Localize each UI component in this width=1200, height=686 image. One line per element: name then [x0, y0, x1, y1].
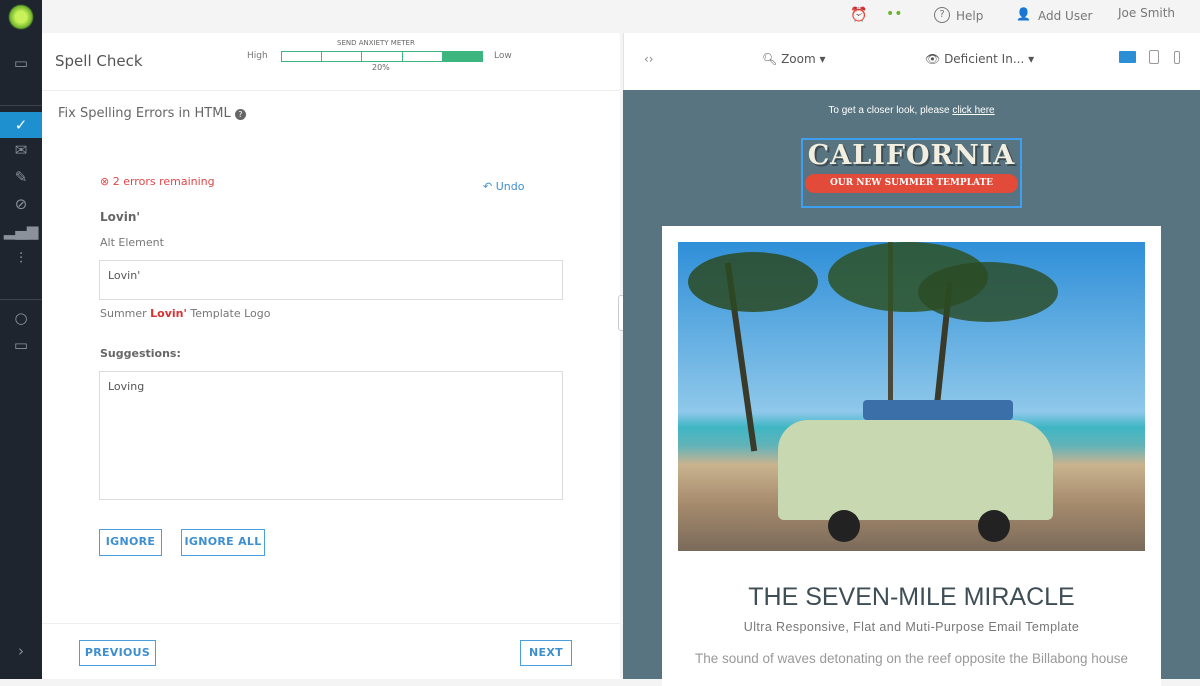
sidebar: ▭ ✓ ✉ ✎ ⊘ ▂▄▆ ⫶ ○ ▭ › — [0, 0, 42, 679]
desktop-view-icon[interactable] — [1119, 51, 1136, 63]
add-user-icon[interactable]: 👤 — [1016, 7, 1031, 21]
email-card: THE SEVEN-MILE MIRACLE Ultra Responsive,… — [662, 226, 1161, 686]
logo-icon — [8, 4, 34, 30]
click-here-link[interactable]: click here — [952, 105, 994, 116]
meter-value: 20% — [372, 63, 390, 72]
suggestions-label: Suggestions: — [100, 347, 181, 360]
alt-text-input[interactable]: Lovin' — [99, 260, 563, 300]
errors-remaining: ⊗ 2 errors remaining — [100, 175, 215, 188]
add-user-button[interactable]: Add User — [1038, 9, 1092, 23]
context-after: Template Logo — [186, 307, 271, 320]
next-button[interactable]: NEXT — [520, 640, 572, 666]
help-menu[interactable]: Help — [956, 9, 983, 23]
spell-check-panel: Spell Check SEND ANXIETY METER High Low … — [42, 33, 620, 679]
errors-text: 2 errors remaining — [112, 175, 215, 188]
zoom-label: Zoom — [781, 52, 816, 66]
mail-icon[interactable]: ✉ — [0, 139, 42, 161]
status-dots-icon: •• — [886, 6, 903, 22]
user-menu[interactable]: Joe Smith — [1118, 6, 1175, 20]
meter-high-label: High — [247, 51, 268, 61]
zoom-dropdown[interactable]: 🔍︎ Zoom ▾ — [762, 52, 826, 66]
mobile-view-icon[interactable] — [1174, 51, 1180, 64]
help-icon[interactable]: ? — [234, 109, 246, 120]
spellcheck-icon[interactable]: ✓ — [0, 112, 42, 138]
van — [778, 420, 1053, 520]
edit-icon[interactable]: ✎ — [0, 166, 42, 188]
top-bar: ⏰ •• ? Help 👤 Add User Joe Smith — [42, 0, 1200, 33]
section-title-text: Fix Spelling Errors in HTML — [58, 106, 231, 121]
hero-image — [678, 242, 1145, 551]
context-before: Summer — [100, 307, 151, 320]
folder-icon[interactable]: ▭ — [0, 334, 42, 356]
send-anxiety-meter — [281, 51, 483, 62]
body-text: The sound of waves detonating on the ree… — [694, 651, 1129, 666]
meter-title: SEND ANXIETY METER — [337, 39, 415, 47]
tablet-view-icon[interactable] — [1149, 50, 1159, 64]
subheadline: Ultra Responsive, Flat and Muti-Purpose … — [743, 620, 1080, 634]
misspelled-word: Lovin' — [100, 210, 141, 224]
previous-button[interactable]: PREVIOUS — [79, 640, 156, 666]
deficiency-dropdown[interactable]: 👁︎ Deficient In... ▾ — [925, 52, 1034, 66]
closer-look-text: To get a closer look, please click here — [623, 105, 1200, 116]
inbox-icon[interactable]: ▭ — [0, 52, 42, 74]
context-text: Summer Lovin' Template Logo — [100, 307, 270, 320]
chart-icon[interactable]: ▂▄▆ — [0, 220, 42, 242]
preview-toolbar: ‹› 🔍︎ Zoom ▾ 👁︎ Deficient In... ▾ — [623, 33, 1200, 90]
code-view-icon[interactable]: ‹› — [644, 52, 654, 66]
california-logo[interactable]: CALIFORNIA OUR NEW SUMMER TEMPLATE — [801, 138, 1022, 208]
logo-subtitle: OUR NEW SUMMER TEMPLATE — [805, 174, 1018, 193]
headline: THE SEVEN-MILE MIRACLE — [748, 583, 1075, 611]
deficiency-label: Deficient In... — [944, 52, 1025, 66]
undo-button[interactable]: ↶ Undo — [483, 180, 524, 193]
sliders-icon[interactable]: ⫶ — [0, 247, 42, 269]
closer-text: To get a closer look, please — [828, 105, 953, 116]
help-icon[interactable]: ? — [934, 7, 950, 23]
page-title: Spell Check — [55, 52, 143, 70]
undo-label: Undo — [495, 180, 525, 193]
alarm-icon[interactable]: ⏰ — [850, 7, 867, 23]
lightbulb-icon[interactable]: ○ — [0, 307, 42, 329]
element-type: Alt Element — [100, 236, 164, 249]
ignore-all-button[interactable]: IGNORE ALL — [181, 529, 265, 556]
suggestions-list[interactable]: Loving — [99, 371, 563, 500]
section-title: Fix Spelling Errors in HTML ? — [58, 106, 246, 121]
preview-panel: ‹› 🔍︎ Zoom ▾ 👁︎ Deficient In... ▾ To get… — [623, 33, 1200, 686]
expand-icon[interactable]: › — [0, 640, 42, 662]
ignore-button[interactable]: IGNORE — [99, 529, 162, 556]
context-word: Lovin' — [150, 307, 187, 320]
suggestion-item[interactable]: Loving — [108, 380, 554, 393]
meter-low-label: Low — [494, 51, 512, 61]
block-icon[interactable]: ⊘ — [0, 193, 42, 215]
logo-title: CALIFORNIA — [807, 140, 1016, 171]
